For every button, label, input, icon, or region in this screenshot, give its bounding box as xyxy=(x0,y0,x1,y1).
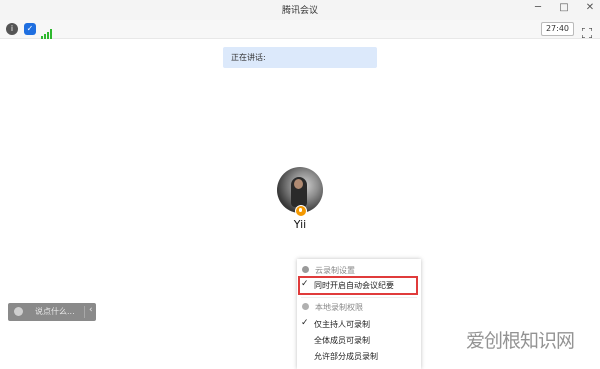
chevron-left-icon[interactable]: ‹ xyxy=(89,305,93,315)
local-recording-header: 本地录制权限 xyxy=(297,300,421,313)
record-icon xyxy=(302,303,309,310)
signal-icon[interactable] xyxy=(41,24,53,39)
title-bar: 腾讯会议 ─ □ ✕ xyxy=(0,0,600,21)
menu-item-all-members[interactable]: 全体成员可录制 xyxy=(297,333,421,346)
chat-input[interactable]: 说点什么... ‹ xyxy=(8,303,96,321)
cloud-recording-header: 云录制设置 xyxy=(297,263,421,276)
signal-bars xyxy=(41,29,52,39)
cloud-header-label: 云录制设置 xyxy=(315,266,355,275)
chat-divider xyxy=(84,306,85,318)
window-title: 腾讯会议 xyxy=(281,6,318,16)
gear-icon xyxy=(302,266,309,273)
chat-placeholder: 说点什么... xyxy=(35,307,75,316)
avatar-face xyxy=(294,179,303,189)
speaking-indicator: 正在讲话: xyxy=(223,47,377,68)
maximize-button[interactable]: □ xyxy=(555,2,573,13)
menu-item-some-members[interactable]: 允许部分成员录制 xyxy=(297,349,421,362)
local-header-label: 本地录制权限 xyxy=(315,303,363,312)
checkmark-icon: ✓ xyxy=(301,318,309,328)
fullscreen-icon[interactable] xyxy=(581,23,593,39)
menu-item-host-only[interactable]: ✓ 仅主持人可录制 xyxy=(297,317,421,330)
minimize-button[interactable]: ─ xyxy=(529,2,547,13)
meeting-timer: 27:40 xyxy=(540,22,574,36)
watermark: 爱创根知识网 xyxy=(466,330,575,352)
emoji-icon[interactable] xyxy=(14,307,23,316)
menu-item-label: 允许部分成员录制 xyxy=(314,352,378,361)
participant-name: Yii xyxy=(293,218,307,231)
menu-item-label: 仅主持人可录制 xyxy=(314,320,370,329)
shield-icon[interactable]: ✓ xyxy=(24,23,36,35)
menu-divider xyxy=(301,297,417,298)
highlight-box xyxy=(298,276,418,295)
meeting-toolbar: i ✓ 27:40 xyxy=(0,20,600,39)
close-button[interactable]: ✕ xyxy=(581,2,599,13)
mic-icon xyxy=(295,205,307,217)
menu-item-label: 全体成员可录制 xyxy=(314,336,370,345)
info-icon[interactable]: i xyxy=(6,23,18,35)
